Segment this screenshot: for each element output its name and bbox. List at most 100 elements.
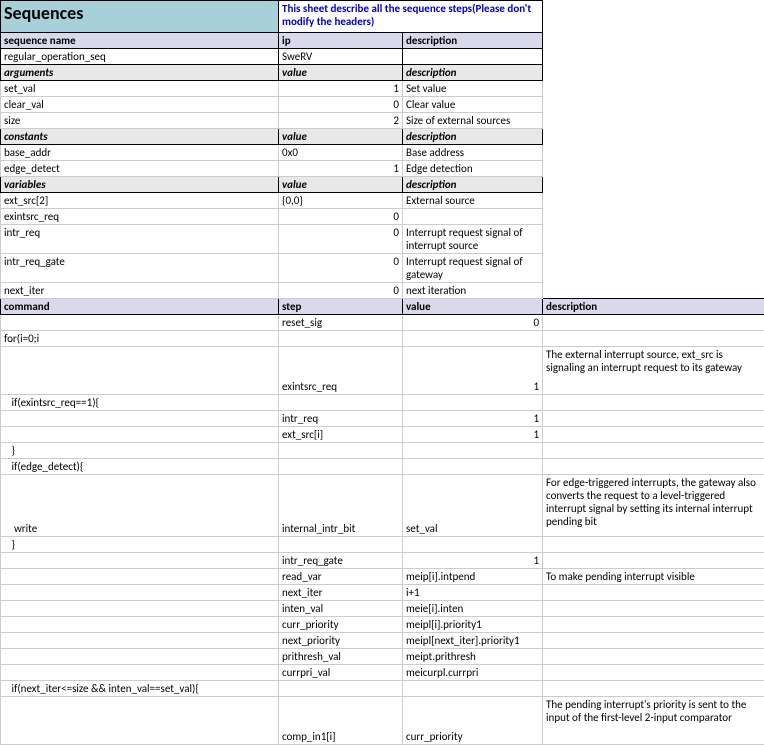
cmd-desc: The pending interrupt's priority is sent… bbox=[543, 697, 764, 745]
hdr-step: step bbox=[279, 299, 403, 315]
cmd-value: i+1 bbox=[403, 585, 543, 601]
cmd-command bbox=[1, 585, 279, 601]
hdr-variables: variables bbox=[1, 177, 279, 193]
cmd-desc bbox=[543, 665, 764, 681]
var-value: 0 bbox=[279, 225, 403, 254]
cmd-step: ext_src[i] bbox=[279, 427, 403, 443]
cmd-command: for(i=0;i bbox=[1, 331, 279, 347]
cmd-command bbox=[1, 649, 279, 665]
cmd-desc bbox=[543, 585, 764, 601]
var-desc: Interrupt request signal of interrupt so… bbox=[403, 225, 543, 254]
cmd-desc bbox=[543, 617, 764, 633]
var-name: exintsrc_req bbox=[1, 209, 279, 225]
notice-cell: This sheet describe all the sequence ste… bbox=[279, 1, 543, 33]
var-name: intr_req bbox=[1, 225, 279, 254]
const-desc: Base address bbox=[403, 145, 543, 161]
hdr-description: description bbox=[403, 177, 543, 193]
cmd-value: meie[i].inten bbox=[403, 601, 543, 617]
cmd-command bbox=[1, 601, 279, 617]
cmd-value: 0 bbox=[403, 315, 543, 331]
cmd-command bbox=[1, 347, 279, 395]
cmd-step: internal_intr_bit bbox=[279, 475, 403, 537]
var-value: 0 bbox=[279, 209, 403, 225]
cmd-value: curr_priority bbox=[403, 697, 543, 745]
cmd-command: if(edge_detect){ bbox=[1, 459, 279, 475]
seq-desc bbox=[403, 49, 543, 65]
cmd-step bbox=[279, 395, 403, 411]
var-value: 0 bbox=[279, 283, 403, 299]
const-value: 0x0 bbox=[279, 145, 403, 161]
var-desc: next iteration bbox=[403, 283, 543, 299]
var-value: {0,0} bbox=[279, 193, 403, 209]
title-cell: Sequences bbox=[1, 1, 279, 33]
cmd-step: exintsrc_req bbox=[279, 347, 403, 395]
cmd-value bbox=[403, 443, 543, 459]
cmd-step: curr_priority bbox=[279, 617, 403, 633]
cmd-value bbox=[403, 331, 543, 347]
cmd-step bbox=[279, 537, 403, 553]
arg-desc: Clear value bbox=[403, 97, 543, 113]
cmd-step: reset_sig bbox=[279, 315, 403, 331]
cmd-value: set_val bbox=[403, 475, 543, 537]
var-desc: Interrupt request signal of gateway bbox=[403, 254, 543, 283]
var-name: next_iter bbox=[1, 283, 279, 299]
hdr-arguments: arguments bbox=[1, 65, 279, 81]
cmd-desc: To make pending interrupt visible bbox=[543, 569, 764, 585]
cmd-value: 1 bbox=[403, 411, 543, 427]
cmd-desc bbox=[543, 649, 764, 665]
cmd-command bbox=[1, 411, 279, 427]
hdr-value: value bbox=[279, 177, 403, 193]
cmd-desc bbox=[543, 315, 764, 331]
cmd-value bbox=[403, 395, 543, 411]
cmd-desc bbox=[543, 395, 764, 411]
cmd-step: currpri_val bbox=[279, 665, 403, 681]
cmd-desc bbox=[543, 459, 764, 475]
cmd-value bbox=[403, 681, 543, 697]
cmd-command bbox=[1, 617, 279, 633]
cmd-value: 1 bbox=[403, 553, 543, 569]
hdr-description: description bbox=[403, 129, 543, 145]
arg-value: 0 bbox=[279, 97, 403, 113]
cmd-step: read_var bbox=[279, 569, 403, 585]
cmd-step: comp_in1[i] bbox=[279, 697, 403, 745]
cmd-desc bbox=[543, 553, 764, 569]
cmd-desc bbox=[543, 537, 764, 553]
cmd-desc bbox=[543, 601, 764, 617]
cmd-desc: The external interrupt source, ext_src i… bbox=[543, 347, 764, 395]
cmd-value: meipt.prithresh bbox=[403, 649, 543, 665]
cmd-step: prithresh_val bbox=[279, 649, 403, 665]
cmd-value bbox=[403, 459, 543, 475]
cmd-desc bbox=[543, 681, 764, 697]
arg-value: 1 bbox=[279, 81, 403, 97]
cmd-desc bbox=[543, 427, 764, 443]
var-desc: External source bbox=[403, 193, 543, 209]
cmd-step: intr_req_gate bbox=[279, 553, 403, 569]
const-desc: Edge detection bbox=[403, 161, 543, 177]
cmd-desc bbox=[543, 443, 764, 459]
cmd-step: next_priority bbox=[279, 633, 403, 649]
cmd-value: 1 bbox=[403, 347, 543, 395]
cmd-command bbox=[1, 633, 279, 649]
hdr-constants: constants bbox=[1, 129, 279, 145]
cmd-value: meipl[next_iter].priority1 bbox=[403, 633, 543, 649]
hdr-value: value bbox=[279, 65, 403, 81]
hdr-command: command bbox=[1, 299, 279, 315]
cmd-command: } bbox=[1, 443, 279, 459]
var-name: ext_src[2] bbox=[1, 193, 279, 209]
cmd-command: } bbox=[1, 537, 279, 553]
cmd-command bbox=[1, 315, 279, 331]
cmd-command bbox=[1, 665, 279, 681]
hdr-value: value bbox=[279, 129, 403, 145]
var-desc bbox=[403, 209, 543, 225]
hdr-description: description bbox=[543, 299, 764, 315]
var-value: 0 bbox=[279, 254, 403, 283]
cmd-command bbox=[1, 427, 279, 443]
const-value: 1 bbox=[279, 161, 403, 177]
arg-desc: Set value bbox=[403, 81, 543, 97]
cmd-value: meipl[i].priority1 bbox=[403, 617, 543, 633]
var-name: intr_req_gate bbox=[1, 254, 279, 283]
cmd-desc bbox=[543, 633, 764, 649]
arg-name: clear_val bbox=[1, 97, 279, 113]
seq-name: regular_operation_seq bbox=[1, 49, 279, 65]
const-name: edge_detect bbox=[1, 161, 279, 177]
